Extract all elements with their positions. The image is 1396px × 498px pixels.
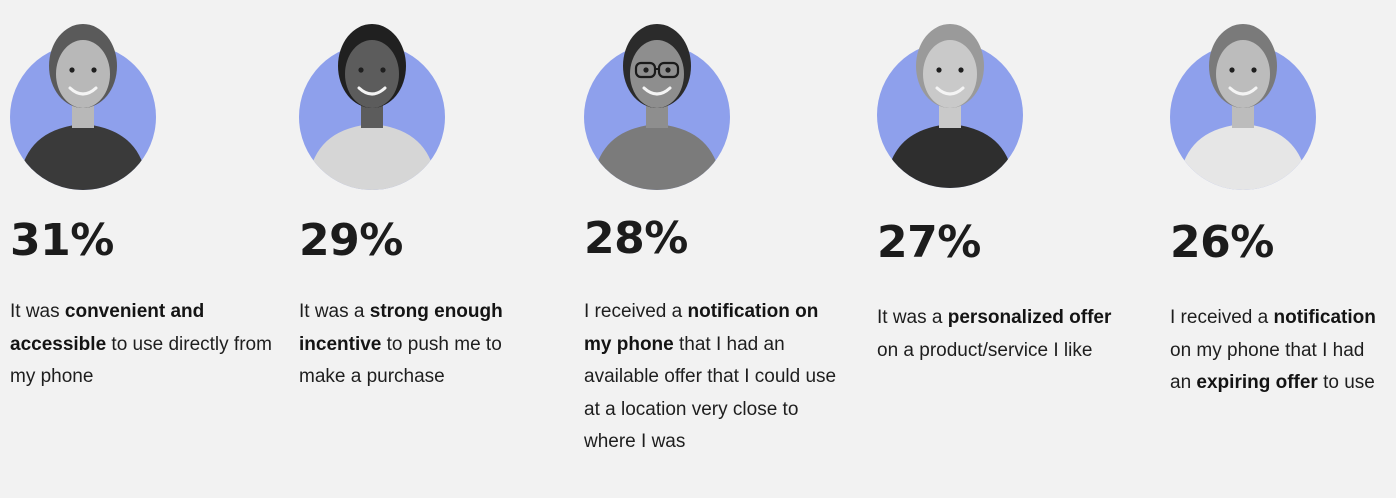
description-text: It was: [10, 301, 65, 322]
description-text: to use: [1317, 372, 1375, 393]
stat-item: 26% I received a notification on my phone…: [1170, 0, 1396, 498]
person-photo-icon: [584, 0, 730, 190]
stat-percentage: 26%: [1170, 217, 1274, 268]
person-photo-icon: [299, 0, 445, 190]
description-emphasis: personalized offer: [947, 307, 1112, 328]
description-text: I received a: [1170, 307, 1274, 328]
description-text: It was a: [299, 301, 370, 322]
stat-item: 29% It was a strong enough incentive to p…: [299, 0, 569, 498]
description-emphasis: expiring offer: [1196, 372, 1318, 393]
stat-percentage: 28%: [584, 213, 688, 264]
stat-description: I received a notification on my phone th…: [1170, 302, 1390, 400]
stat-description: I received a notification on my phone th…: [584, 296, 849, 459]
stat-percentage: 29%: [299, 215, 403, 266]
description-text: on a product/ser­vice I like: [877, 339, 1093, 361]
person-photo-icon: [1170, 0, 1316, 190]
description-emphasis: notification: [1273, 307, 1376, 328]
person-photo-icon: [10, 0, 156, 190]
stat-item: 27% It was a personalized offer on a prod…: [877, 0, 1147, 498]
person-photo-icon: [877, 0, 1023, 190]
stat-item: 31% It was convenient and accessible to u…: [10, 0, 280, 498]
description-text: It was a: [877, 307, 948, 328]
stat-description: It was a personalized offer on a product…: [877, 302, 1112, 367]
description-text: I received a: [584, 301, 688, 322]
stat-item: 28% I received a notification on my phone…: [584, 0, 854, 498]
stat-description: It was a strong enough incentive to push…: [299, 296, 544, 394]
stat-description: It was convenient and accessible to use …: [10, 296, 272, 394]
stat-percentage: 27%: [877, 217, 981, 268]
stat-percentage: 31%: [10, 215, 114, 266]
